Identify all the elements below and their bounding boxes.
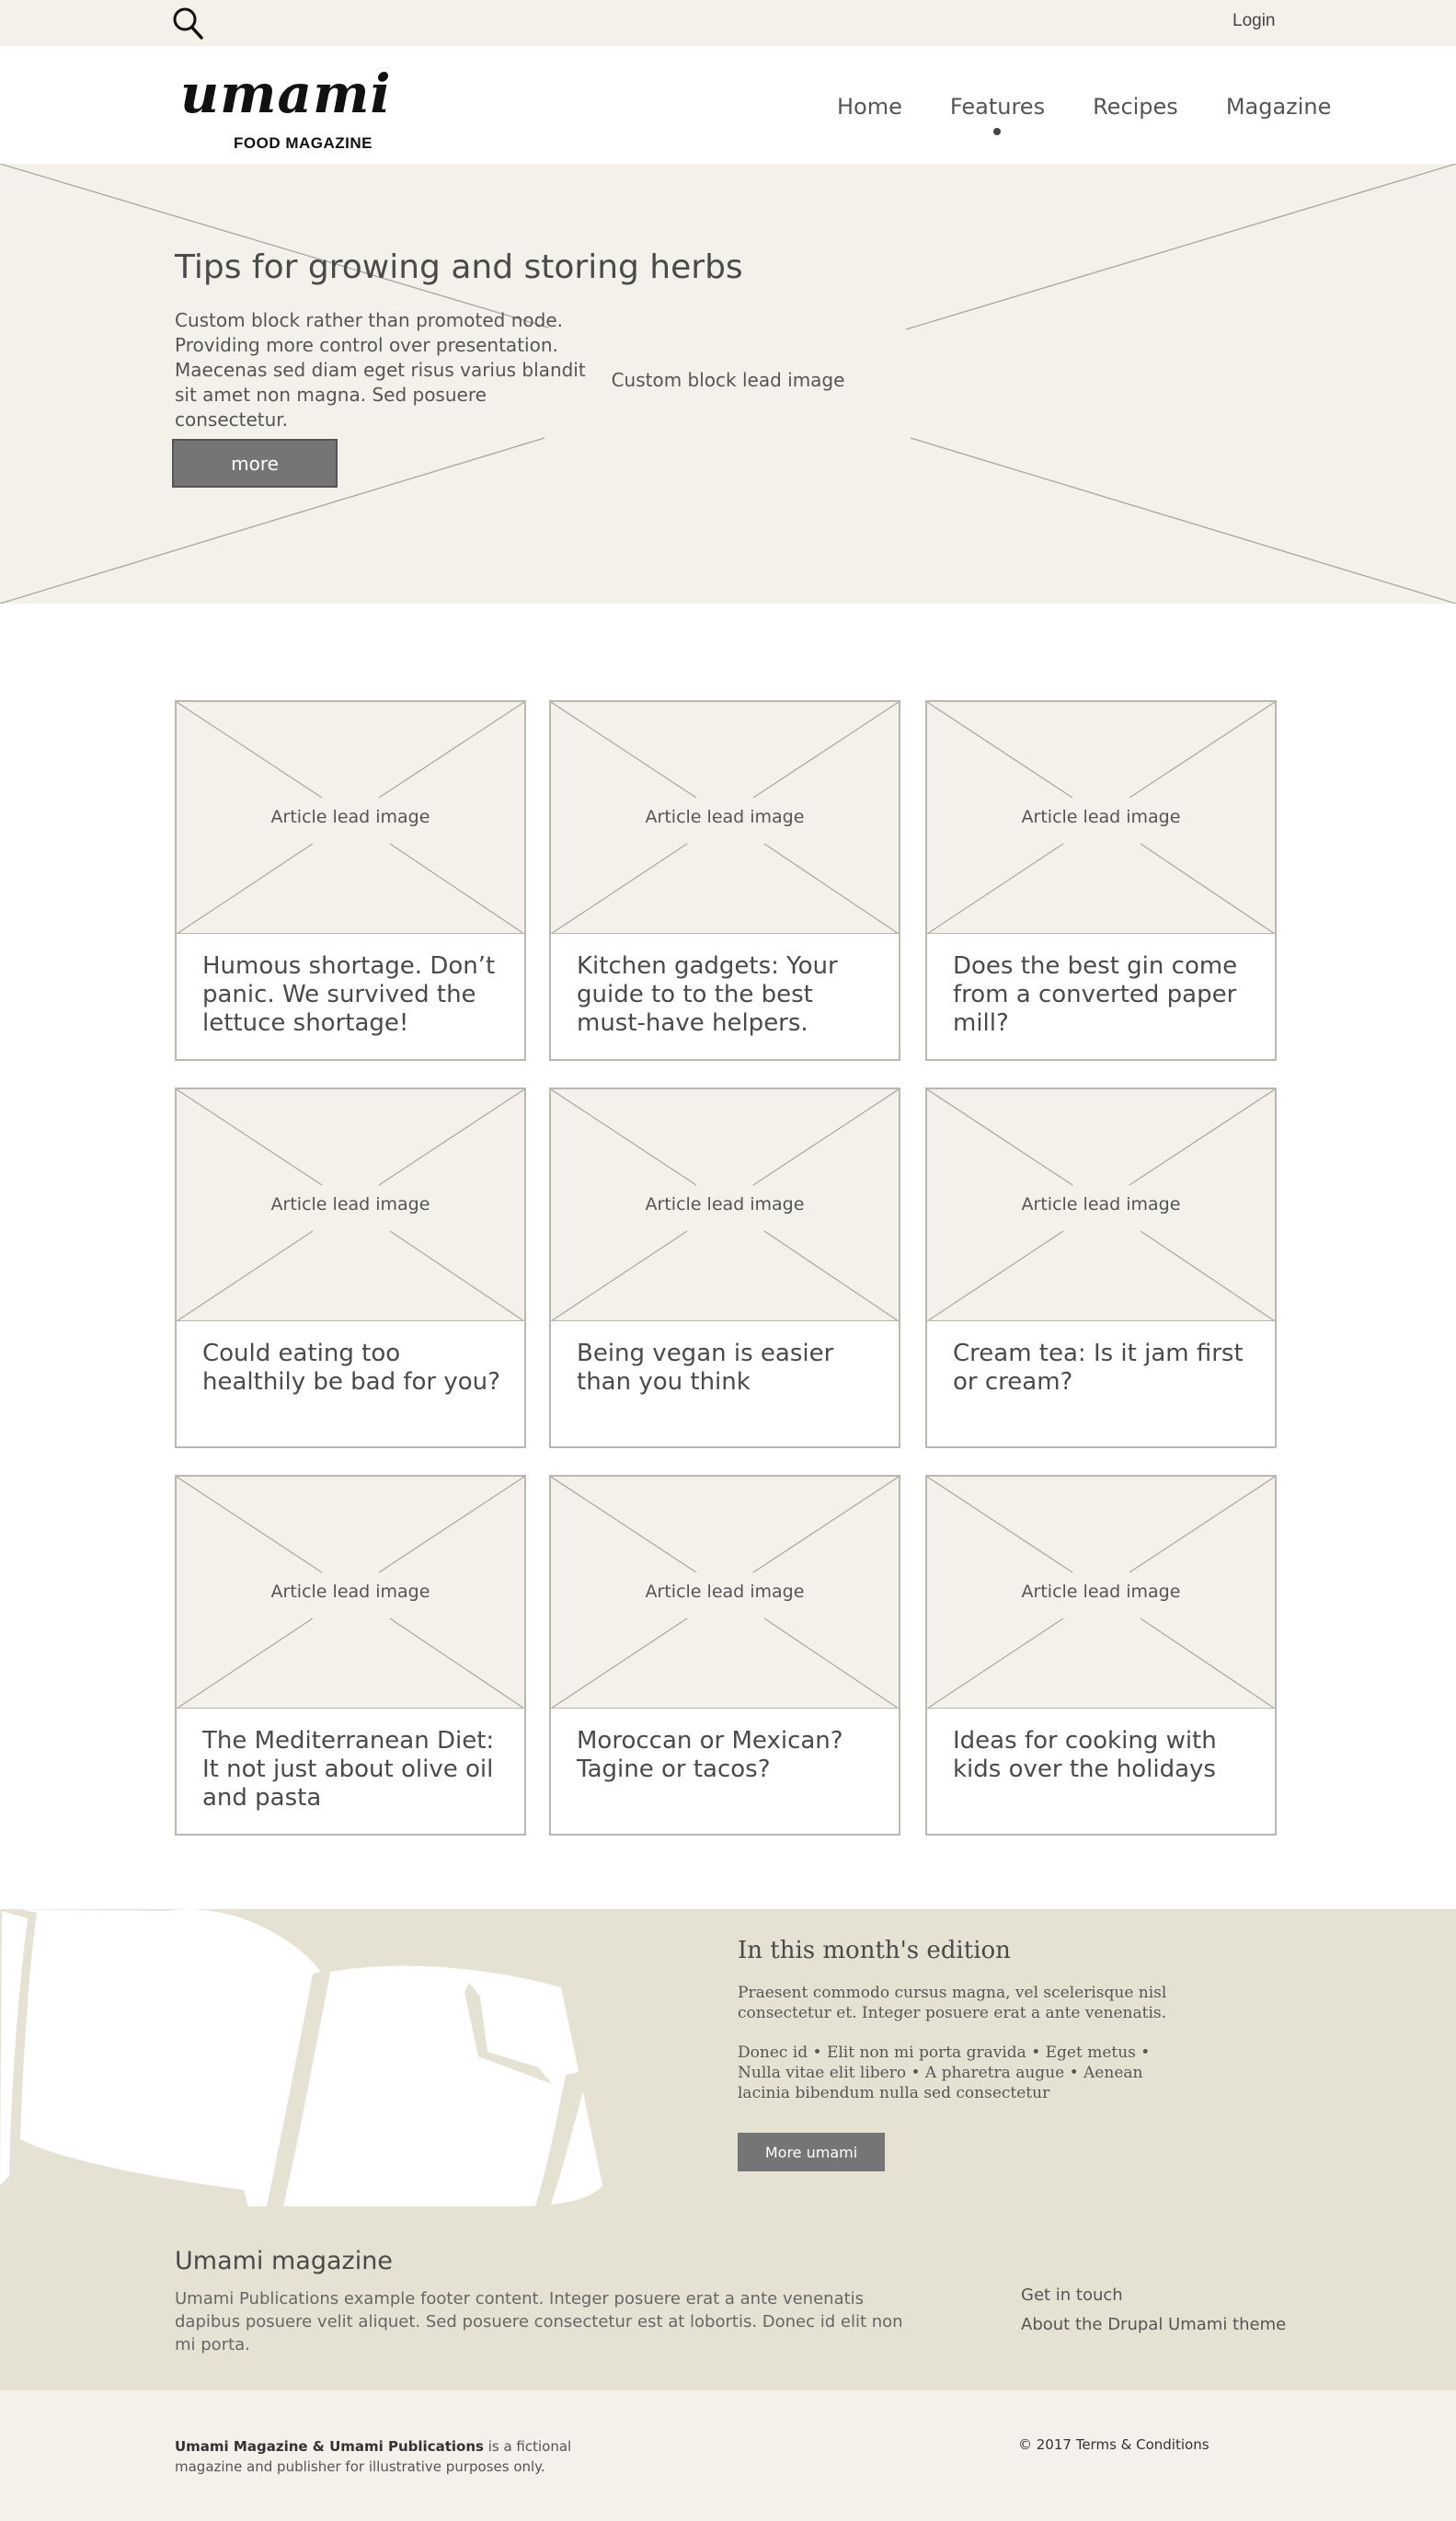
article-title[interactable]: Moroccan or Mexican? Tagine or tacos?: [577, 1727, 880, 1784]
nav-item-features[interactable]: Features: [949, 94, 1046, 135]
active-indicator: [993, 128, 1002, 135]
article-image[interactable]: Article lead image: [551, 1089, 899, 1321]
article-image-label: Article lead image: [645, 807, 805, 827]
article-card[interactable]: Article lead image The Mediterranean Diet…: [175, 1475, 526, 1836]
nav-label: Recipes: [1093, 94, 1178, 120]
article-image[interactable]: Article lead image: [177, 1477, 524, 1709]
hero-banner: Custom block lead image Tips for growing…: [0, 164, 1456, 604]
article-card[interactable]: Article lead image Kitchen gadgets: Your …: [549, 700, 900, 1061]
nav-item-home[interactable]: Home: [837, 94, 902, 120]
article-title[interactable]: The Mediterranean Diet: It not just abou…: [202, 1727, 506, 1813]
site-logo[interactable]: umami FOOD MAGAZINE: [180, 63, 392, 152]
article-image[interactable]: Article lead image: [177, 702, 524, 934]
article-card[interactable]: Article lead image Does the best gin come…: [925, 700, 1277, 1061]
magazine-illustration: [0, 1909, 644, 2206]
article-image-label: Article lead image: [1021, 807, 1181, 827]
top-bar: Login: [0, 0, 1456, 46]
nav-label: Magazine: [1225, 94, 1332, 120]
more-umami-button[interactable]: More umami: [738, 2133, 885, 2171]
disclaimer: Umami Magazine & Umami Publications is a…: [175, 2436, 635, 2477]
bottom-bar: Umami Magazine & Umami Publications is a…: [0, 2390, 1456, 2521]
article-title[interactable]: Cream tea: Is it jam first or cream?: [953, 1340, 1256, 1397]
disclaimer-bold: Umami Magazine & Umami Publications: [175, 2438, 484, 2455]
article-image-label: Article lead image: [270, 1582, 430, 1602]
article-title[interactable]: Being vegan is easier than you think: [577, 1340, 880, 1397]
article-image[interactable]: Article lead image: [551, 1477, 899, 1709]
search-icon[interactable]: [171, 6, 204, 40]
edition-title: In this month's edition: [738, 1937, 1011, 1964]
article-image[interactable]: Article lead image: [551, 702, 899, 934]
footer-text: Umami Publications example footer conten…: [175, 2289, 903, 2354]
site-footer: Umami magazine Umami Publications exampl…: [0, 2206, 1456, 2390]
edition-paragraph: Praesent commodo cursus magna, vel scele…: [738, 1984, 1167, 2022]
get-in-touch-link[interactable]: Get in touch: [1021, 2285, 1123, 2305]
article-image-label: Article lead image: [1021, 1582, 1181, 1602]
article-title[interactable]: Kitchen gadgets: Your guide to to the be…: [577, 952, 880, 1038]
article-image[interactable]: Article lead image: [177, 1089, 524, 1321]
logo-subtitle: FOOD MAGAZINE: [234, 134, 373, 152]
nav-item-magazine[interactable]: Magazine: [1226, 94, 1332, 120]
footer-title: Umami magazine: [175, 2247, 393, 2275]
article-image-label: Article lead image: [270, 1194, 430, 1214]
login-link[interactable]: Login: [1232, 11, 1276, 31]
nav-item-recipes[interactable]: Recipes: [1093, 94, 1178, 120]
article-title[interactable]: Does the best gin come from a converted …: [953, 952, 1256, 1038]
article-card[interactable]: Article lead image Could eating too healt…: [175, 1088, 526, 1448]
article-image[interactable]: Article lead image: [927, 1477, 1275, 1709]
more-button[interactable]: more: [172, 439, 338, 488]
site-header: umami FOOD MAGAZINE Home Features Recipe…: [0, 46, 1456, 164]
nav-label: Features: [949, 94, 1046, 120]
article-card[interactable]: Article lead image Cream tea: Is it jam f…: [925, 1088, 1277, 1448]
article-image[interactable]: Article lead image: [927, 1089, 1275, 1321]
hero-title[interactable]: Tips for growing and storing herbs: [175, 248, 743, 286]
article-image-label: Article lead image: [645, 1582, 805, 1602]
article-title[interactable]: Humous shortage. Don’t panic. We survive…: [202, 952, 506, 1038]
article-image-label: Article lead image: [645, 1194, 805, 1214]
article-card[interactable]: Article lead image Being vegan is easier …: [549, 1088, 900, 1448]
about-theme-link[interactable]: About the Drupal Umami theme: [1021, 2315, 1286, 2334]
article-card[interactable]: Article lead image Humous shortage. Don’t…: [175, 700, 526, 1061]
copyright-link[interactable]: © 2017 Terms & Conditions: [1018, 2436, 1210, 2453]
article-title[interactable]: Ideas for cooking with kids over the hol…: [953, 1727, 1256, 1784]
article-image-label: Article lead image: [1021, 1194, 1181, 1214]
article-image[interactable]: Article lead image: [927, 702, 1275, 934]
nav-label: Home: [837, 94, 902, 120]
article-image-label: Article lead image: [270, 807, 430, 827]
hero-text: Custom block rather than promoted node. …: [175, 309, 586, 431]
main-nav: Home Features Recipes Magazine: [837, 94, 1332, 135]
article-title[interactable]: Could eating too healthily be bad for yo…: [202, 1340, 506, 1397]
article-card[interactable]: Article lead image Moroccan or Mexican? T…: [549, 1475, 900, 1836]
logo-wordmark: umami: [180, 63, 392, 125]
edition-list: Donec id • Elit non mi porta gravida • E…: [738, 2043, 1151, 2102]
article-card[interactable]: Article lead image Ideas for cooking with…: [925, 1475, 1277, 1836]
monthly-edition: In this month's edition Praesent commodo…: [0, 1909, 1456, 2206]
